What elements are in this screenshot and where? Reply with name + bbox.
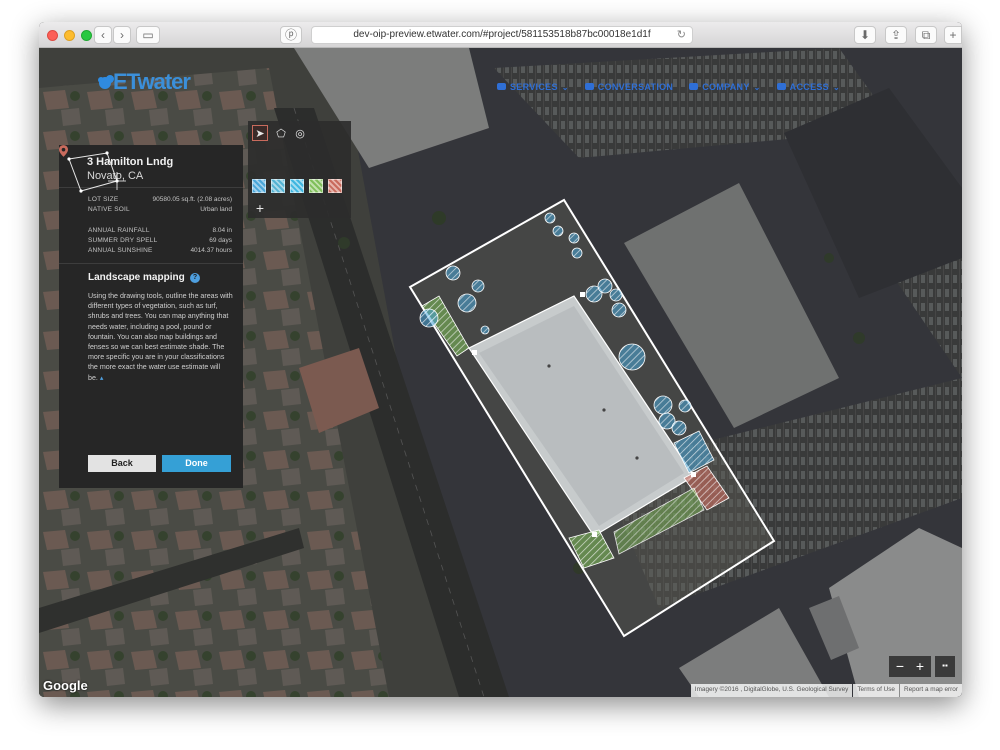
sidebar-toggle-button[interactable]: ▭ [136,26,160,44]
browser-titlebar: ‹ › ▭ ⓟ dev-oip-preview.etwater.com/#pro… [39,22,962,48]
done-button[interactable]: Done [162,455,231,472]
brand-logo[interactable]: ETwater [99,69,191,95]
minimize-window-button[interactable] [64,30,75,41]
plus-icon: + [255,200,265,216]
pinterest-button[interactable]: ⓟ [280,26,302,44]
stat-label: SUMMER DRY SPELL [88,237,158,244]
polygon-icon: ⬠ [276,127,286,140]
stat-label: ANNUAL RAINFALL [88,227,150,234]
stat-value: 8.04 in [212,227,232,234]
layers-icon: ▪▪ [942,661,948,670]
stat-value: 4014.37 hours [190,247,232,254]
nav-item-conversation[interactable]: CONVERSATION [584,82,674,92]
stat-value: 90580.05 sq.ft. (2.08 acres) [152,196,233,203]
chevron-left-icon: ‹ [101,28,105,42]
top-navigation: SERVICES ⌄ CONVERSATION COMPANY ⌄ ACCESS ⌄ [497,82,840,92]
tree-category-swatch[interactable] [252,179,266,193]
landscape-mapping-title: Landscape mapping [88,272,185,283]
property-info-panel: 3 Hamilton Lndg Novato, CA LOT SIZE 90580… [59,145,243,488]
plus-icon: + [949,28,957,42]
logo-text: ETwater [113,69,191,94]
landscape-mapping-instructions: Using the drawing tools, outline the are… [88,291,236,383]
new-tab-button[interactable]: + [944,26,962,44]
share-icon: ⇪ [890,28,902,42]
url-text: dev-oip-preview.etwater.com/#project/581… [353,29,651,40]
forward-nav-button[interactable]: › [113,26,131,44]
instructions-text: Using the drawing tools, outline the are… [88,292,233,382]
briefcase-icon [689,83,699,90]
nav-item-services[interactable]: SERVICES ⌄ [497,82,569,92]
help-icon[interactable]: ? [190,273,200,283]
tabs-overview-button[interactable]: ⧉ [915,26,937,44]
nav-label: SERVICES [510,82,558,92]
collapse-icon[interactable]: ▴ [100,374,104,382]
shrub-category-swatch[interactable] [271,179,285,193]
water-category-swatch[interactable] [290,179,304,193]
reload-icon[interactable]: ↻ [677,27,686,43]
divider [59,263,243,264]
downloads-button[interactable]: ⬇ [854,26,876,44]
drawing-toolbar: ➤ ⬠ ◎ + [248,121,351,218]
polygon-tool[interactable]: ⬠ [273,125,289,141]
report-map-error-link[interactable]: Report a map error [900,684,962,697]
satellite-map[interactable]: ETwater SERVICES ⌄ CONVERSATION COMPANY ⌄ … [39,48,962,697]
back-button[interactable]: Back [88,455,156,472]
browser-window: ‹ › ▭ ⓟ dev-oip-preview.etwater.com/#pro… [39,22,962,697]
pointer-icon: ➤ [255,127,265,140]
turf-category-swatch[interactable] [309,179,323,193]
address-bar[interactable]: dev-oip-preview.etwater.com/#project/581… [311,26,693,44]
stat-label: NATIVE SOIL [88,206,130,213]
map-attribution: Imagery ©2016 , DigitalGlobe, U.S. Geolo… [690,684,962,697]
stat-value: 69 days [209,237,232,244]
google-logo[interactable]: Google [43,678,88,693]
share-button[interactable]: ⇪ [885,26,907,44]
tabs-icon: ⧉ [921,28,931,42]
stat-label: ANNUAL SUNSHINE [88,247,153,254]
zoom-in-button[interactable]: + [910,656,930,676]
add-category-button[interactable]: + [252,200,268,216]
map-type-button[interactable]: ▪▪ [935,656,955,677]
select-tool[interactable]: ➤ [252,125,268,141]
nav-item-access[interactable]: ACCESS ⌄ [776,82,840,92]
imagery-credit: Imagery ©2016 , DigitalGlobe, U.S. Geolo… [690,684,853,697]
chevron-down-icon: ⌄ [561,83,569,92]
nav-label: COMPANY [702,82,750,92]
circle-icon: ◎ [295,127,305,140]
polygon-drawing-illustration [67,151,126,193]
services-icon [497,83,506,90]
close-window-button[interactable] [47,30,58,41]
chevron-right-icon: › [120,28,124,42]
water-drop-icon [99,77,111,89]
circle-tool[interactable]: ◎ [292,125,308,141]
nav-item-company[interactable]: COMPANY ⌄ [689,82,760,92]
users-icon [776,83,786,90]
stat-value: Urban land [200,206,232,213]
hardscape-category-swatch[interactable] [328,179,342,193]
terms-of-use-link[interactable]: Terms of Use [853,684,899,697]
chevron-down-icon: ⌄ [753,83,761,92]
download-icon: ⬇ [859,28,871,42]
nav-label: CONVERSATION [597,82,674,92]
maximize-window-button[interactable] [81,30,92,41]
nav-label: ACCESS [789,82,829,92]
pinterest-icon: ⓟ [284,28,297,42]
chat-bubble-icon [584,83,594,90]
sidebar-icon: ▭ [142,28,154,42]
back-nav-button[interactable]: ‹ [94,26,112,44]
chevron-down-icon: ⌄ [832,83,840,92]
zoom-out-button[interactable]: − [890,656,910,676]
zoom-controls: − + [889,656,931,677]
